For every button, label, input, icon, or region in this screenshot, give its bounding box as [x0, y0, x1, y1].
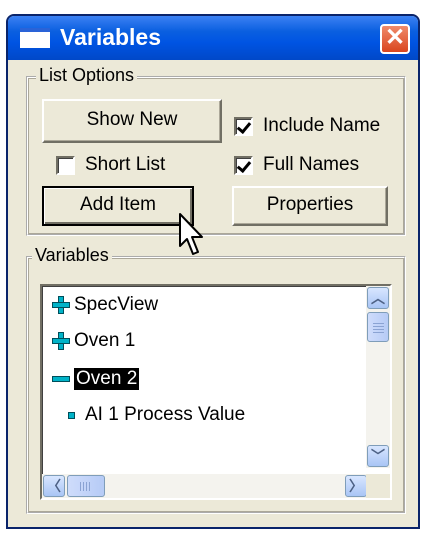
- vertical-scroll-thumb[interactable]: [367, 312, 389, 342]
- variables-group-label: Variables: [32, 245, 112, 266]
- title-bar[interactable]: Variables ✕: [8, 16, 418, 60]
- add-item-button[interactable]: Add Item: [42, 186, 194, 226]
- short-list-checkbox-row[interactable]: Short List: [56, 154, 165, 176]
- horizontal-scrollbar[interactable]: 〈 〉: [42, 474, 368, 498]
- tree-item-label: AI 1 Process Value: [85, 404, 246, 425]
- tree-item-oven-2[interactable]: Oven 2: [52, 368, 140, 390]
- tree-item-label: Oven 2: [74, 368, 140, 390]
- thumb-grip-icon: [80, 482, 91, 491]
- show-new-button[interactable]: Show New: [42, 99, 222, 143]
- full-names-label: Full Names: [263, 154, 360, 175]
- full-names-checkbox[interactable]: [234, 155, 253, 175]
- short-list-label: Short List: [85, 154, 166, 175]
- scroll-left-button[interactable]: 〈: [43, 475, 65, 497]
- close-button[interactable]: ✕: [380, 24, 410, 54]
- scroll-down-button[interactable]: ﹀: [367, 445, 389, 467]
- mouse-pointer-icon: [179, 213, 203, 255]
- leaf-node-icon: [68, 411, 75, 419]
- window-icon: [20, 28, 50, 48]
- collapse-minus-icon[interactable]: [52, 376, 70, 382]
- scroll-up-button[interactable]: ︿: [367, 287, 389, 309]
- tree-item-specview[interactable]: SpecView: [52, 294, 158, 316]
- tree-item-oven-1[interactable]: Oven 1: [52, 330, 135, 352]
- expand-plus-icon[interactable]: [52, 332, 70, 350]
- include-name-checkbox[interactable]: [234, 116, 253, 136]
- full-names-checkbox-row[interactable]: Full Names: [234, 154, 359, 176]
- tree-item-ai-1-process-value[interactable]: AI 1 Process Value: [68, 404, 245, 426]
- tree-item-label: SpecView: [74, 294, 159, 315]
- list-options-label: List Options: [36, 65, 138, 86]
- vertical-scrollbar[interactable]: ︿ ﹀: [366, 286, 390, 468]
- include-name-label: Include Name: [263, 115, 381, 136]
- window-title: Variables: [60, 24, 162, 50]
- thumb-grip-icon: [373, 322, 384, 333]
- properties-button[interactable]: Properties: [232, 186, 388, 226]
- expand-plus-icon[interactable]: [52, 296, 70, 314]
- include-name-checkbox-row[interactable]: Include Name: [234, 115, 380, 137]
- variables-tree[interactable]: SpecView Oven 1 Oven 2 AI 1 Process Valu…: [40, 284, 392, 500]
- close-icon: ✕: [384, 24, 406, 51]
- tree-item-label: Oven 1: [74, 330, 136, 351]
- scroll-right-button[interactable]: 〉: [345, 475, 367, 497]
- horizontal-scroll-thumb[interactable]: [67, 475, 105, 497]
- short-list-checkbox[interactable]: [56, 155, 75, 175]
- scrollbar-corner: [366, 474, 390, 498]
- variables-window: Variables ✕ List Options Show New Includ…: [6, 14, 420, 529]
